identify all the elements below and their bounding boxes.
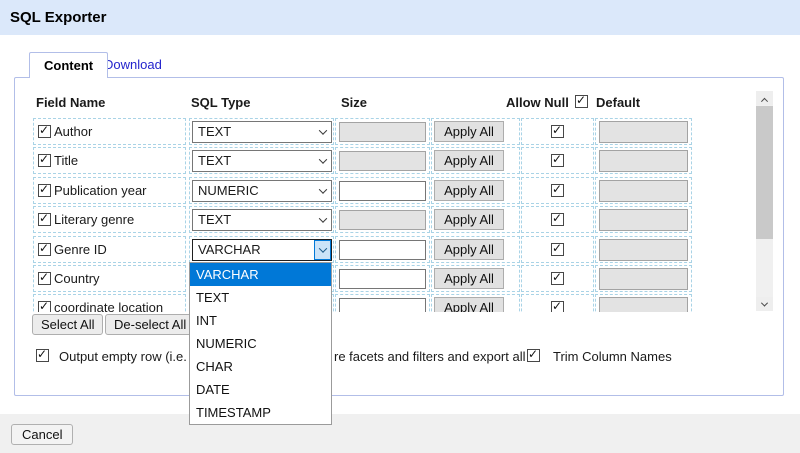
- field-label: Publication year: [54, 183, 147, 198]
- fields-scroll-area: Field Name SQL Type Size Allow Null Defa…: [17, 83, 755, 312]
- header-sql-type: SQL Type: [191, 95, 250, 110]
- apply-all-button[interactable]: Apply All: [434, 268, 504, 289]
- size-input[interactable]: [339, 181, 426, 201]
- allow-null-checkbox[interactable]: [551, 243, 564, 256]
- default-input: [599, 209, 688, 231]
- tab-download[interactable]: Download: [104, 52, 162, 78]
- content-tab-panel: Field Name SQL Type Size Allow Null Defa…: [14, 77, 784, 396]
- sql-exporter-dialog: SQL Exporter Content Download Field Name…: [0, 0, 800, 453]
- size-input: [339, 122, 426, 142]
- field-checkbox[interactable]: [38, 213, 51, 226]
- trim-column-names-checkbox[interactable]: [527, 349, 540, 362]
- field-label: Country: [54, 271, 100, 286]
- field-label: Author: [54, 124, 92, 139]
- table-row: Literary genre TEXT Apply All: [17, 206, 755, 234]
- apply-all-button[interactable]: Apply All: [434, 239, 504, 260]
- field-label: Literary genre: [54, 212, 134, 227]
- apply-all-button[interactable]: Apply All: [434, 209, 504, 230]
- apply-all-button[interactable]: Apply All: [434, 150, 504, 171]
- scrollbar-thumb[interactable]: [756, 106, 773, 239]
- header-field-name: Field Name: [36, 95, 105, 110]
- dropdown-option[interactable]: INT: [190, 309, 331, 332]
- table-row: Publication year NUMERIC Apply All: [17, 177, 755, 205]
- default-input: [599, 180, 688, 202]
- allow-null-checkbox[interactable]: [551, 272, 564, 285]
- trim-column-names-label: Trim Column Names: [553, 349, 672, 364]
- field-checkbox[interactable]: [38, 184, 51, 197]
- dropdown-option[interactable]: TEXT: [190, 286, 331, 309]
- chevron-down-icon: [314, 151, 331, 171]
- sql-type-select[interactable]: TEXT: [192, 209, 332, 231]
- vertical-scrollbar[interactable]: [756, 91, 773, 311]
- header-default: Default: [596, 95, 640, 110]
- default-input: [599, 150, 688, 172]
- apply-all-button[interactable]: Apply All: [434, 297, 504, 312]
- field-checkbox[interactable]: [38, 243, 51, 256]
- table-row: Title TEXT Apply All: [17, 147, 755, 175]
- default-input: [599, 297, 688, 313]
- field-checkbox[interactable]: [38, 154, 51, 167]
- allow-null-checkbox[interactable]: [551, 213, 564, 226]
- table-row: Author TEXT Apply All: [17, 118, 755, 146]
- chevron-down-icon: [314, 240, 331, 260]
- dropdown-option[interactable]: CHAR: [190, 355, 331, 378]
- deselect-all-button[interactable]: De-select All: [105, 314, 195, 335]
- cancel-button[interactable]: Cancel: [11, 424, 73, 445]
- dialog-titlebar: SQL Exporter: [0, 0, 800, 35]
- apply-all-button[interactable]: Apply All: [434, 121, 504, 142]
- sql-type-select[interactable]: TEXT: [192, 150, 332, 172]
- scroll-up-icon[interactable]: [756, 91, 773, 105]
- field-label: Title: [54, 153, 78, 168]
- chevron-down-icon: [314, 122, 331, 142]
- sql-type-select-open[interactable]: VARCHAR: [192, 239, 332, 261]
- table-row: Country Apply All: [17, 265, 755, 293]
- table-row: Genre ID VARCHAR Apply All: [17, 236, 755, 264]
- size-input[interactable]: [339, 298, 426, 313]
- scroll-down-icon[interactable]: [756, 297, 773, 311]
- dropdown-option[interactable]: NUMERIC: [190, 332, 331, 355]
- default-header-checkbox[interactable]: [575, 95, 588, 108]
- field-label: coordinate location: [54, 300, 163, 312]
- allow-null-checkbox[interactable]: [551, 125, 564, 138]
- header-size: Size: [341, 95, 367, 110]
- allow-null-checkbox[interactable]: [551, 184, 564, 197]
- sql-type-select[interactable]: NUMERIC: [192, 180, 332, 202]
- field-label: Genre ID: [54, 242, 107, 257]
- dropdown-option[interactable]: VARCHAR: [190, 263, 331, 286]
- output-empty-row-label-right: re facets and filters and export all: [334, 349, 526, 364]
- tab-content[interactable]: Content: [29, 52, 108, 78]
- allow-null-checkbox[interactable]: [551, 154, 564, 167]
- default-input: [599, 121, 688, 143]
- dialog-title: SQL Exporter: [10, 0, 106, 35]
- default-input: [599, 268, 688, 290]
- output-empty-row-label-left: Output empty row (i.e.: [59, 349, 187, 364]
- table-row: coordinate location Apply All: [17, 294, 755, 312]
- chevron-down-icon: [314, 181, 331, 201]
- field-checkbox[interactable]: [38, 125, 51, 138]
- chevron-down-icon: [314, 210, 331, 230]
- dropdown-option[interactable]: DATE: [190, 378, 331, 401]
- size-input: [339, 151, 426, 171]
- size-input: [339, 210, 426, 230]
- allow-null-checkbox[interactable]: [551, 301, 564, 312]
- field-checkbox[interactable]: [38, 272, 51, 285]
- select-all-button[interactable]: Select All: [32, 314, 103, 335]
- size-input[interactable]: [339, 269, 426, 289]
- output-empty-row-checkbox[interactable]: [36, 349, 49, 362]
- size-input[interactable]: [339, 240, 426, 260]
- dropdown-option[interactable]: TIMESTAMP: [190, 401, 331, 424]
- apply-all-button[interactable]: Apply All: [434, 180, 504, 201]
- dialog-footer: Cancel: [0, 414, 800, 453]
- header-allow-null: Allow Null: [506, 95, 569, 110]
- field-checkbox[interactable]: [38, 301, 51, 312]
- default-input: [599, 239, 688, 261]
- sql-type-select[interactable]: TEXT: [192, 121, 332, 143]
- sql-type-dropdown-list: VARCHAR TEXT INT NUMERIC CHAR DATE TIMES…: [189, 262, 332, 425]
